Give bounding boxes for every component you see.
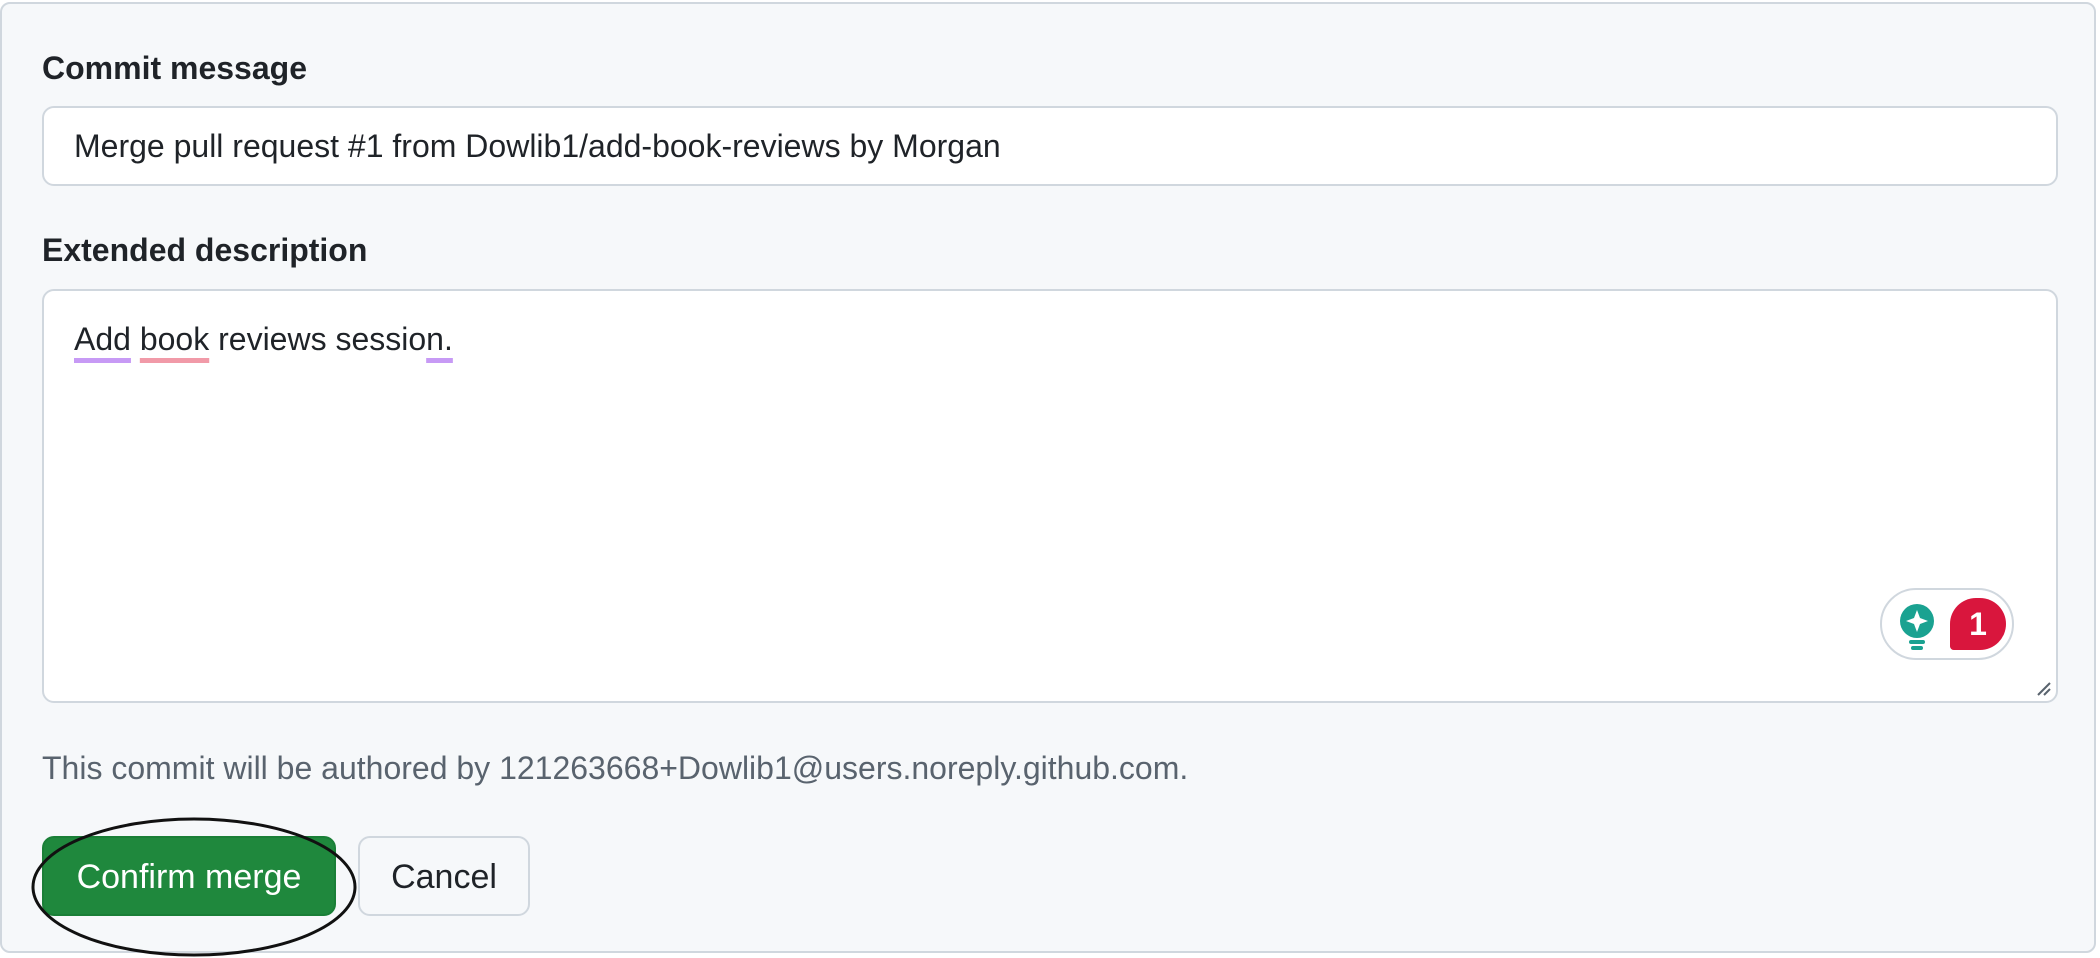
confirm-merge-button[interactable]: Confirm merge <box>42 836 336 916</box>
lightbulb-sparkle-icon <box>1900 604 1934 650</box>
description-word: reviews <box>218 321 327 357</box>
extended-description-textarea[interactable]: Add book reviews session. <box>42 289 2058 703</box>
commit-message-input[interactable] <box>42 106 2058 186</box>
description-word-part: sessio <box>335 321 427 357</box>
extended-description-label: Extended description <box>42 232 368 268</box>
resize-handle-icon[interactable] <box>2034 679 2052 697</box>
description-word-part: n. <box>426 321 453 357</box>
commit-message-label: Commit message <box>42 50 307 86</box>
description-word: session. <box>335 321 452 357</box>
description-word: Add <box>74 321 131 357</box>
author-note: This commit will be authored by 12126366… <box>42 750 1189 786</box>
cancel-button[interactable]: Cancel <box>358 836 530 916</box>
writing-assistant-widget[interactable]: 1 <box>1880 588 2014 660</box>
alert-count-badge: 1 <box>1950 598 2006 650</box>
description-word: book <box>139 321 210 357</box>
